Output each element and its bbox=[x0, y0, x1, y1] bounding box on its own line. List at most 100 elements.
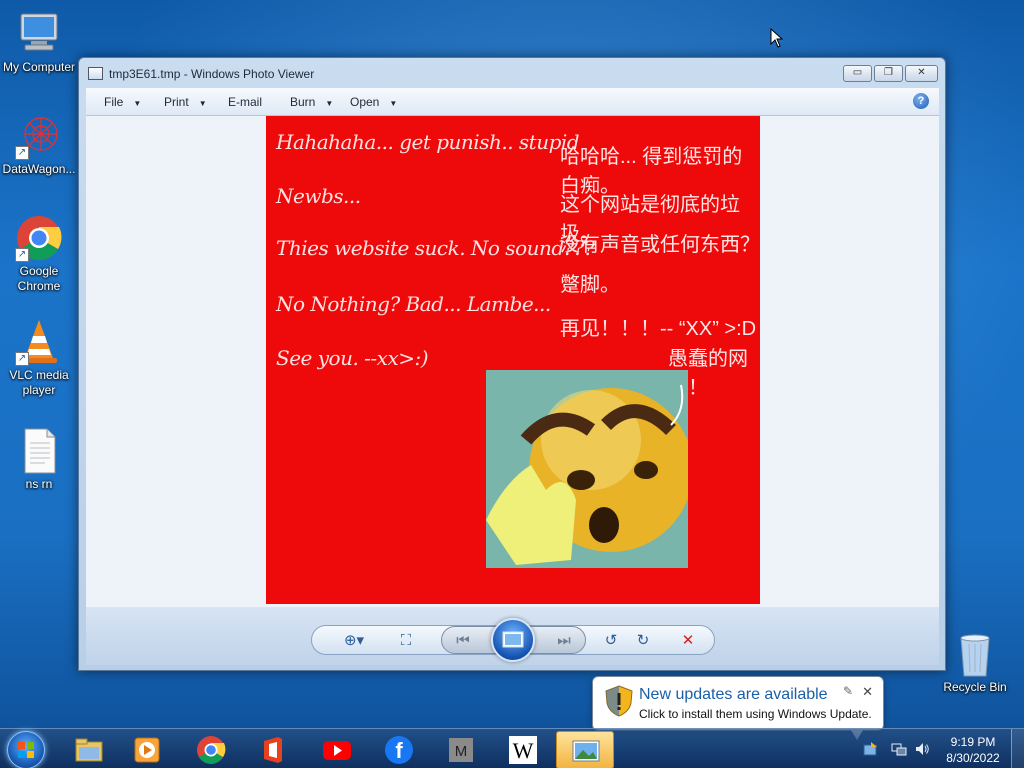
displayed-image: Hahahaha... get punish.. stupid Newbs...… bbox=[266, 116, 760, 604]
image-text-en-1: Hahahaha... get punish.. stupid bbox=[276, 130, 580, 154]
rotate-clockwise-button[interactable]: ↻ bbox=[632, 631, 654, 651]
desktop-icon-label: ns rn bbox=[25, 477, 53, 491]
taskbar-m-app[interactable]: M bbox=[432, 731, 490, 768]
zoom-button[interactable]: ⊕▾ bbox=[336, 631, 372, 651]
window-title: tmp3E61.tmp - Windows Photo Viewer bbox=[109, 67, 315, 81]
close-icon: ✕ bbox=[917, 67, 926, 78]
facebook-icon: f bbox=[385, 736, 413, 764]
shortcut-arrow-icon: ↗ bbox=[15, 352, 29, 366]
update-notification[interactable]: New updates are available Click to insta… bbox=[592, 676, 884, 740]
vlc-icon: ↗ bbox=[15, 318, 63, 366]
taskbar-youtube[interactable] bbox=[308, 731, 366, 768]
desktop-icon-ns-rn[interactable]: ns rn bbox=[0, 427, 78, 492]
windows-logo-icon bbox=[18, 742, 34, 758]
next-button[interactable]: ⏭ bbox=[551, 631, 577, 651]
taskbar: f M W 9:19 PM 8/30/2022 bbox=[0, 728, 1024, 768]
restore-icon: ❐ bbox=[884, 67, 893, 78]
delete-button[interactable]: ✕ bbox=[676, 631, 700, 651]
menu-open-label: Open bbox=[350, 95, 380, 109]
desktop-icon-label: My Computer bbox=[2, 60, 76, 74]
viewer-control-bar: ⊕▾ ⛶ ⏮ ⏭ ↺ ↻ ✕ bbox=[86, 607, 939, 665]
chevron-down-icon: ▼ bbox=[198, 99, 207, 108]
desktop-icon-label: Google Chrome bbox=[17, 264, 61, 293]
menu-burn[interactable]: Burn ▼ bbox=[290, 95, 333, 109]
taskbar-file-explorer[interactable] bbox=[60, 731, 118, 768]
m-app-icon: M bbox=[449, 738, 473, 762]
image-text-zh-5: 再见！！！-- “XX” >:D bbox=[560, 318, 757, 340]
chrome-icon bbox=[197, 736, 226, 764]
clock-date: 8/30/2022 bbox=[946, 751, 1000, 765]
desktop-icon-recycle-bin[interactable]: Recycle Bin bbox=[936, 630, 1014, 695]
taskbar-office[interactable] bbox=[244, 731, 302, 768]
mouse-cursor-icon bbox=[770, 28, 784, 48]
fit-window-icon: ⛶ bbox=[400, 632, 412, 649]
menu-file[interactable]: File ▼ bbox=[104, 95, 141, 109]
maximize-button[interactable]: ❐ bbox=[874, 65, 903, 82]
chrome-icon: ↗ bbox=[15, 214, 63, 262]
image-viewport: Hahahaha... get punish.. stupid Newbs...… bbox=[86, 116, 939, 607]
recycle-bin-icon bbox=[951, 630, 999, 678]
menu-bar: File ▼ Print ▼ E-mail Burn ▼ Open ▼ ? bbox=[86, 88, 939, 116]
start-button[interactable] bbox=[7, 731, 45, 768]
menu-burn-label: Burn bbox=[290, 95, 316, 109]
notification-close-button[interactable]: ✕ bbox=[862, 684, 873, 700]
wikipedia-icon: W bbox=[509, 736, 537, 764]
rotate-left-icon: ↺ bbox=[604, 632, 618, 649]
desktop-icon-label: DataWagon... bbox=[2, 162, 76, 176]
delete-icon: ✕ bbox=[681, 632, 695, 649]
photo-viewer-app-icon bbox=[88, 67, 103, 80]
desktop-icon-google-chrome[interactable]: ↗ Google Chrome bbox=[0, 214, 78, 294]
taskbar-photo-viewer[interactable] bbox=[556, 731, 614, 768]
media-player-icon bbox=[134, 737, 160, 763]
menu-print[interactable]: Print ▼ bbox=[164, 95, 207, 109]
taskbar-facebook[interactable]: f bbox=[370, 731, 428, 768]
actual-size-button[interactable]: ⛶ bbox=[394, 631, 418, 651]
desktop-icon-label: VLC media player bbox=[9, 368, 69, 397]
clock-time: 9:19 PM bbox=[950, 735, 996, 749]
windows-update-tray-icon[interactable] bbox=[862, 741, 878, 757]
image-text-en-4: No Nothing? Bad... Lambe... bbox=[276, 292, 551, 316]
image-text-zh-3: 没有声音或任何东西？ bbox=[560, 234, 760, 256]
desktop-icon-my-computer[interactable]: My Computer bbox=[0, 10, 78, 75]
desktop-icon-datawagon[interactable]: ↗ DataWagon... bbox=[0, 112, 78, 177]
menu-file-label: File bbox=[104, 95, 124, 109]
image-text-en-5: See you. --xx>:) bbox=[276, 346, 429, 370]
menu-email-label: E-mail bbox=[228, 95, 263, 109]
taskbar-media-player[interactable] bbox=[118, 731, 176, 768]
svg-text:W: W bbox=[513, 738, 534, 763]
shortcut-arrow-icon: ↗ bbox=[15, 248, 29, 262]
menu-print-label: Print bbox=[164, 95, 189, 109]
taskbar-wikipedia[interactable]: W bbox=[494, 731, 552, 768]
previous-button[interactable]: ⏮ bbox=[450, 631, 476, 651]
youtube-icon bbox=[323, 741, 351, 760]
photo-viewer-icon bbox=[572, 740, 600, 762]
datawagon-icon: ↗ bbox=[15, 112, 63, 160]
pin-icon[interactable]: ✎ bbox=[843, 684, 853, 698]
help-icon[interactable]: ? bbox=[913, 93, 929, 109]
slideshow-icon bbox=[502, 631, 524, 648]
slideshow-button[interactable] bbox=[491, 618, 535, 662]
office-icon bbox=[264, 737, 282, 763]
rotate-counterclockwise-button[interactable]: ↺ bbox=[600, 631, 622, 651]
minimize-button[interactable]: ▭ bbox=[843, 65, 872, 82]
close-button[interactable]: ✕ bbox=[905, 65, 938, 82]
volume-icon[interactable] bbox=[914, 741, 930, 757]
system-clock[interactable]: 9:19 PM 8/30/2022 bbox=[943, 734, 1003, 766]
svg-text:M: M bbox=[455, 743, 468, 760]
title-bar[interactable]: tmp3E61.tmp - Windows Photo Viewer ▭ ❐ ✕ bbox=[79, 58, 945, 88]
notification-title: New updates are available bbox=[639, 686, 828, 703]
menu-open[interactable]: Open ▼ bbox=[350, 95, 397, 109]
image-text-en-2: Newbs... bbox=[276, 184, 361, 208]
minimize-icon: ▭ bbox=[852, 67, 863, 78]
chevron-down-icon: ▼ bbox=[133, 99, 142, 108]
desktop-icon-vlc[interactable]: ↗ VLC media player bbox=[0, 318, 78, 398]
show-desktop-button[interactable] bbox=[1011, 729, 1024, 768]
image-text-en-3: Thies website suck. No sound??? bbox=[276, 236, 595, 260]
shortcut-arrow-icon: ↗ bbox=[15, 146, 29, 160]
photo-viewer-window: tmp3E61.tmp - Windows Photo Viewer ▭ ❐ ✕… bbox=[78, 57, 946, 671]
zoom-icon: ⊕▾ bbox=[343, 632, 365, 649]
next-icon: ⏭ bbox=[557, 632, 571, 649]
network-icon[interactable] bbox=[891, 741, 907, 757]
menu-email[interactable]: E-mail bbox=[228, 95, 262, 109]
taskbar-chrome[interactable] bbox=[182, 731, 240, 768]
